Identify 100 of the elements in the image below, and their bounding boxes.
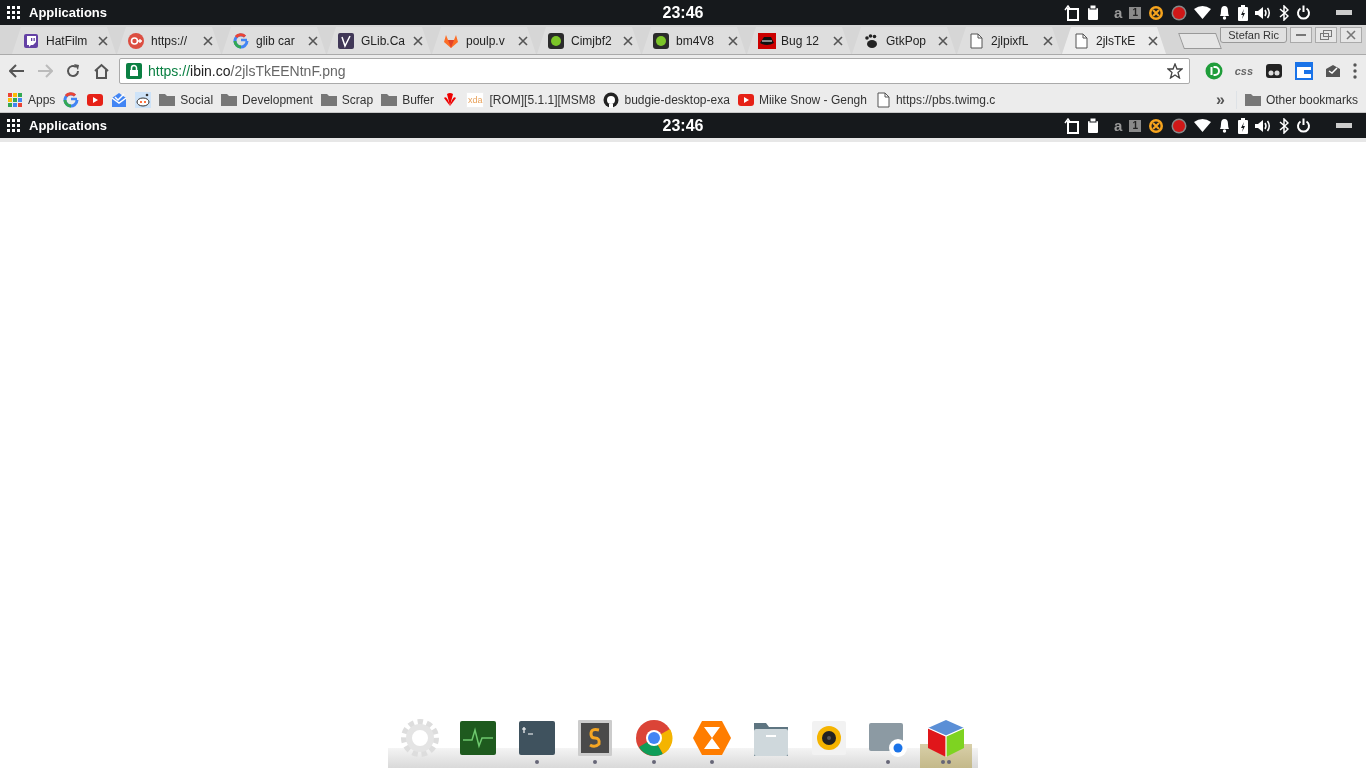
bell-icon[interactable] [1218, 5, 1231, 20]
bookmark[interactable]: Buffer [381, 90, 434, 109]
menu-icon[interactable] [6, 5, 21, 20]
bookmark[interactable]: Social [159, 90, 214, 109]
keyboard-layout-indicator[interactable]: a [1114, 118, 1123, 133]
applications-menu[interactable]: Applications [29, 115, 107, 136]
restore-button[interactable] [1315, 27, 1337, 43]
google-icon [233, 32, 251, 49]
gear-icon [400, 718, 440, 758]
envelope-icon [111, 91, 128, 108]
flower-bookmark[interactable] [441, 91, 458, 108]
restore-icon [1320, 30, 1332, 40]
minimize-button[interactable] [1290, 27, 1312, 43]
running-indicator [710, 760, 715, 764]
close-icon[interactable] [413, 35, 423, 46]
browser-tab[interactable]: HatFilm [12, 27, 116, 54]
clock: 23:46 [662, 2, 704, 23]
play-bookmark[interactable] [87, 91, 104, 108]
alien-bookmark[interactable] [135, 91, 152, 108]
address-bar[interactable]: https://ibin.co/2jlsTkEENtnF.png [119, 58, 1190, 84]
octocat-icon [603, 91, 620, 108]
crossed-circle-icon[interactable] [1148, 117, 1164, 134]
close-icon[interactable] [98, 35, 108, 46]
folder-icon [1244, 91, 1261, 108]
forward-arrow-icon [37, 64, 53, 78]
more-bookmarks-button[interactable]: » [1213, 87, 1228, 112]
bookmark[interactable]: xda [ROM][5.1.1][MSM8 [465, 90, 596, 109]
browser-tab[interactable]: bm4V8 [642, 27, 746, 54]
record-icon[interactable] [1171, 117, 1187, 134]
envelope-bookmark[interactable] [111, 91, 128, 108]
twitch-icon [23, 32, 41, 49]
battery-icon[interactable] [1238, 4, 1248, 21]
google-icon [63, 91, 80, 108]
folder-icon [221, 91, 238, 108]
browser-tab[interactable]: https:// [117, 27, 221, 54]
rotate-icon[interactable] [1064, 4, 1081, 21]
close-icon[interactable] [623, 35, 633, 46]
bookmark[interactable]: Scrap [320, 90, 374, 109]
bell-icon[interactable] [1218, 118, 1231, 133]
bookmark[interactable]: Apps [8, 90, 56, 109]
menu-icon[interactable] [6, 118, 21, 133]
power-icon[interactable] [1296, 5, 1311, 20]
keyboard-layout-indicator[interactable]: a [1114, 5, 1123, 20]
close-button[interactable] [1340, 27, 1362, 43]
bookmark[interactable]: Miike Snow - Gengh [737, 90, 867, 109]
vala-icon [338, 32, 356, 49]
browser-tab[interactable]: poulp.v [432, 27, 536, 54]
crossed-circle-icon[interactable] [1148, 4, 1164, 21]
close-icon[interactable] [518, 35, 528, 46]
browser-tab[interactable]: 2jlpixfL [957, 27, 1061, 54]
cube-icon [925, 718, 966, 758]
document-icon [874, 91, 891, 108]
wifi-icon[interactable] [1194, 119, 1211, 132]
wifi-icon[interactable] [1194, 6, 1211, 19]
record-icon[interactable] [1171, 4, 1187, 21]
browser-tab[interactable]: 2jlsTkE [1062, 27, 1166, 54]
running-indicator [593, 760, 598, 764]
running-indicator [885, 760, 890, 764]
bookmark[interactable]: Development [221, 90, 313, 109]
close-icon[interactable] [308, 35, 318, 46]
close-icon[interactable] [938, 35, 948, 46]
workspace-indicator[interactable]: 1 [1129, 6, 1141, 19]
bookmark[interactable]: https://pbs.twimg.c [874, 90, 996, 109]
extension-button[interactable]: css [1231, 62, 1256, 80]
play-icon [737, 91, 754, 108]
close-icon[interactable] [833, 35, 843, 46]
browser-tab[interactable]: GLib.Ca [327, 27, 431, 54]
applications-menu[interactable]: Applications [29, 2, 107, 23]
bookmark-folder[interactable]: Other bookmarks [1235, 90, 1358, 109]
window-icon [1295, 62, 1313, 80]
star-icon[interactable] [1166, 63, 1183, 79]
browser-tab[interactable]: glib car [222, 27, 326, 54]
home-icon [93, 63, 110, 79]
folder-icon [159, 91, 176, 108]
browser-tab[interactable]: Cimjbf2 [537, 27, 641, 54]
close-icon[interactable] [1148, 35, 1158, 46]
volume-icon[interactable] [1255, 118, 1272, 133]
close-icon [1346, 30, 1356, 40]
bluetooth-icon[interactable] [1279, 117, 1289, 134]
volume-icon[interactable] [1255, 5, 1272, 20]
lock-icon [126, 63, 142, 79]
clipboard-icon[interactable] [1087, 118, 1100, 133]
google-bookmark[interactable] [63, 91, 80, 108]
bluetooth-icon[interactable] [1279, 4, 1289, 21]
bookmark[interactable]: budgie-desktop-exa [603, 90, 730, 109]
menu-button[interactable] [1350, 63, 1360, 79]
battery-icon[interactable] [1238, 117, 1248, 134]
clipboard-icon[interactable] [1087, 5, 1100, 20]
rotate-icon[interactable] [1064, 117, 1081, 134]
browser-tab[interactable]: Bug 12 [747, 27, 851, 54]
power-icon[interactable] [1296, 118, 1311, 133]
menu-icon [1353, 63, 1357, 79]
close-icon[interactable] [728, 35, 738, 46]
workspace-indicator[interactable]: 1 [1129, 119, 1141, 132]
close-icon[interactable] [1043, 35, 1053, 46]
folder-icon [320, 91, 337, 108]
profile-button[interactable]: Stefan Ric [1220, 27, 1287, 43]
close-icon[interactable] [203, 35, 213, 46]
document-icon [1073, 32, 1091, 49]
browser-tab[interactable]: GtkPop [852, 27, 956, 54]
